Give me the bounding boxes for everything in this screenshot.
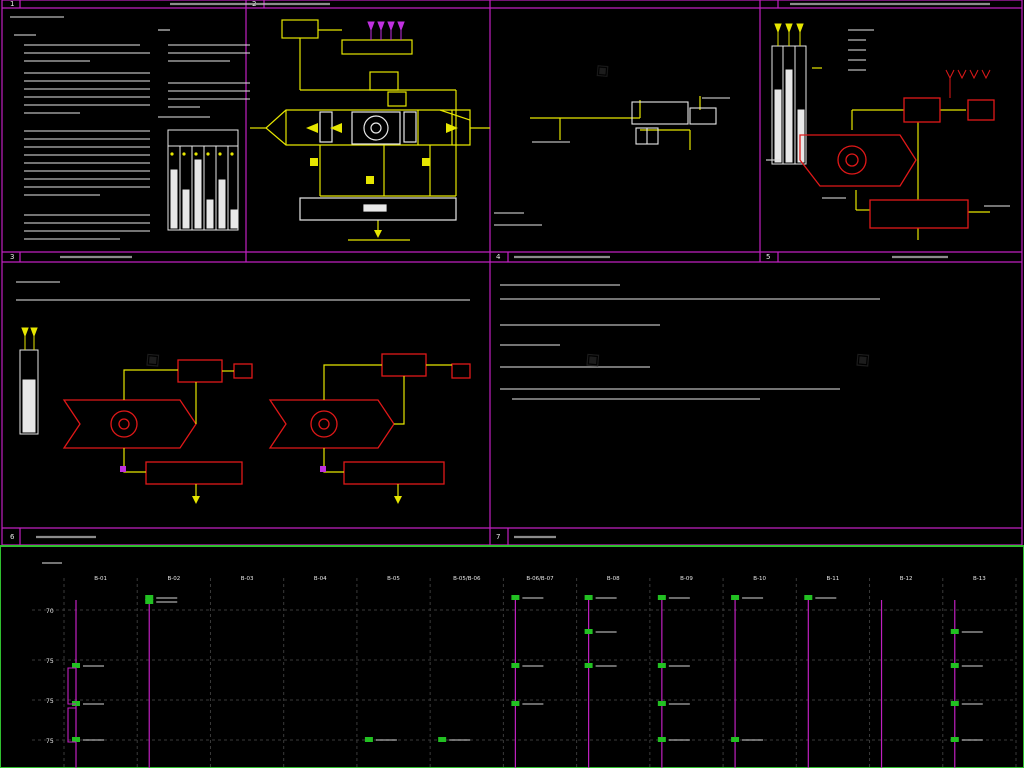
schedule-tag-box: [657, 701, 666, 706]
schedule-tag-box: [145, 599, 154, 604]
schedule-column-label: B-04: [314, 576, 327, 582]
schedule-tag-box: [584, 595, 593, 600]
schedule-tag-box: [438, 737, 447, 742]
schedule-column-label: B-13: [973, 576, 986, 582]
sheet-background: [0, 0, 1024, 768]
schedule-tag-box: [72, 737, 80, 742]
schedule-column-label: B-08: [607, 576, 620, 582]
panel-number-5: 5: [766, 253, 770, 261]
schedule-row-label: 75: [46, 738, 54, 745]
schedule-tag-box: [657, 595, 666, 600]
schedule-tag-box: [731, 737, 740, 742]
schedule-row-label: 70: [46, 608, 54, 615]
schedule-tag-box: [72, 663, 80, 668]
schedule-tag-box: [950, 663, 959, 668]
schedule-row-label: 75: [46, 698, 54, 705]
schedule-tag-box: [364, 737, 373, 742]
schedule-tag-box: [657, 663, 666, 668]
schedule-tag-box: [950, 629, 959, 634]
schedule-column-label: B-05/B-06: [453, 576, 481, 582]
schedule-tag-box: [804, 595, 813, 600]
panel-number-6: 6: [10, 533, 15, 541]
schedule-tag-box: [511, 701, 520, 706]
panel-number-3: 3: [10, 253, 14, 261]
schedule-column-label: B-01: [94, 576, 107, 582]
schedule-column-label: B-03: [241, 576, 254, 582]
schedule-tag-box: [584, 629, 593, 634]
schedule-column-label: B-06/B-07: [526, 576, 554, 582]
schedule-tag-box: [731, 595, 740, 600]
schedule-column-label: B-11: [827, 576, 840, 582]
cad-drawing-sheet: 1 2 3 4 5 6 7: [0, 0, 1024, 768]
schedule-tag-box: [950, 737, 959, 742]
schedule-tag-box: [950, 701, 959, 706]
schedule-row-label: 75: [46, 658, 54, 665]
schedule-column-label: B-10: [753, 576, 766, 582]
schedule-tag-box: [584, 663, 593, 668]
panel-number-4: 4: [496, 253, 501, 261]
schedule-tag-box: [657, 737, 666, 742]
schedule-column-label: B-05: [387, 576, 400, 582]
schedule-column-label: B-09: [680, 576, 693, 582]
schedule-column-label: B-12: [900, 576, 913, 582]
schedule-tag-box: [511, 595, 520, 600]
schedule-column-label: B-02: [167, 576, 180, 582]
schedule-tag-box: [511, 663, 520, 668]
panel-number-1: 1: [10, 0, 14, 8]
panel-number-7: 7: [496, 533, 500, 541]
